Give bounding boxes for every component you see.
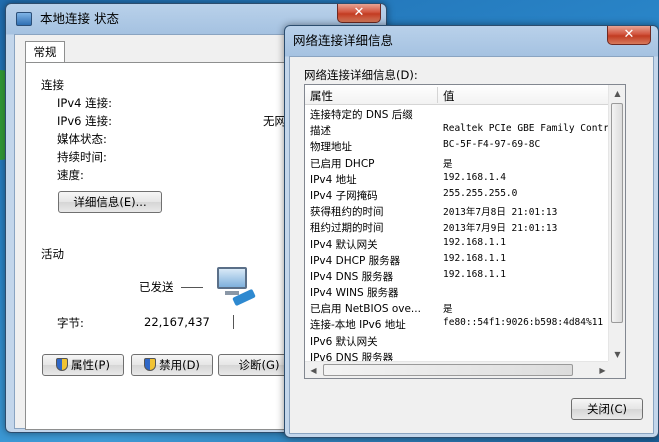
detail-property: 已启用 NetBIOS ove... [310, 303, 421, 316]
column-divider[interactable] [437, 87, 438, 103]
detail-value: 255.255.255.0 [443, 187, 518, 199]
close-button[interactable]: 关闭(C) [571, 398, 643, 420]
detail-row[interactable]: IPv6 默认网关 [305, 333, 611, 349]
speed-label: 速度: [57, 168, 84, 182]
detail-row[interactable]: 租约过期的时间 2013年7月9日 21:01:13 [305, 219, 611, 235]
bytes-label: 字节: [57, 316, 84, 330]
horizontal-scrollbar[interactable]: ◀ ▶ [305, 361, 611, 378]
column-header-property[interactable]: 属性 [310, 88, 333, 104]
details-list-caption: 网络连接详细信息(D): [304, 68, 418, 82]
details-listview[interactable]: 属性 值 连接特定的 DNS 后缀 描述 Realtek PCIe GBE Fami… [304, 84, 626, 379]
ipv4-connection-label: IPv4 连接: [57, 96, 112, 110]
sent-line [181, 287, 203, 288]
detail-value: Realtek PCIe GBE Family Contro [443, 123, 611, 135]
vertical-scroll-thumb[interactable] [611, 103, 623, 323]
scroll-up-arrow-icon[interactable]: ▲ [609, 85, 625, 102]
detail-value: BC-5F-F4-97-69-8C [443, 139, 541, 151]
details-button[interactable]: 详细信息(E)... [58, 191, 162, 213]
ipv6-connection-value: 无网 [263, 114, 286, 128]
uac-shield-icon [144, 358, 157, 371]
detail-property: 已启用 DHCP [310, 157, 375, 170]
details-window-client: 网络连接详细信息(D): 属性 值 连接特定的 DNS 后缀 描述 Realtek … [289, 56, 654, 434]
ipv6-connection-label: IPv6 连接: [57, 114, 112, 128]
scrollbar-corner [608, 361, 625, 378]
detail-row[interactable]: IPv4 子网掩码 255.255.255.0 [305, 187, 611, 203]
media-state-label: 媒体状态: [57, 132, 107, 146]
detail-value: 是 [443, 304, 453, 316]
detail-row[interactable]: 已启用 DHCP 是 [305, 155, 611, 171]
details-window-title: 网络连接详细信息 [293, 33, 394, 48]
network-activity-icon [211, 267, 259, 307]
properties-button[interactable]: 属性(P) [42, 354, 124, 376]
section-activity-heading: 活动 [41, 247, 64, 261]
detail-property: IPv4 DHCP 服务器 [310, 254, 401, 267]
detail-value: 是 [443, 158, 453, 170]
detail-row[interactable]: 连接-本地 IPv6 地址 fe80::54f1:9026:b598:4d84%1… [305, 316, 611, 332]
detail-row[interactable]: 描述 Realtek PCIe GBE Family Contro [305, 122, 611, 138]
duration-label: 持续时间: [57, 150, 107, 164]
details-window-titlebar[interactable]: 网络连接详细信息 ✕ [285, 26, 658, 56]
detail-value: 192.168.1.1 [443, 236, 506, 248]
vertical-scrollbar[interactable]: ▲ ▼ [608, 85, 625, 363]
horizontal-scroll-thumb[interactable] [323, 364, 573, 376]
detail-property: IPv4 DNS 服务器 [310, 270, 394, 283]
details-rows: 连接特定的 DNS 后缀 描述 Realtek PCIe GBE Family Co… [305, 106, 611, 365]
status-window-close-button[interactable]: ✕ [337, 4, 381, 23]
detail-property: IPv6 默认网关 [310, 335, 378, 348]
detail-row[interactable]: 获得租约的时间 2013年7月8日 21:01:13 [305, 203, 611, 219]
activity-vertical-line [233, 315, 234, 329]
detail-value: 192.168.1.1 [443, 252, 506, 264]
tab-general[interactable]: 常规 [25, 41, 65, 63]
status-window-title: 本地连接 状态 [40, 11, 119, 26]
listview-header: 属性 值 [305, 85, 611, 105]
detail-row[interactable]: IPv4 默认网关 192.168.1.1 [305, 236, 611, 252]
sent-label: 已发送 [139, 280, 174, 294]
details-window-close-button[interactable]: ✕ [607, 26, 651, 45]
detail-property: IPv4 WINS 服务器 [310, 287, 399, 300]
detail-property: IPv4 子网掩码 [310, 189, 378, 202]
detail-property: 租约过期的时间 [310, 222, 384, 235]
detail-row[interactable]: IPv4 WINS 服务器 [305, 284, 611, 300]
detail-row[interactable]: IPv4 DNS 服务器 192.168.1.1 [305, 268, 611, 284]
detail-value: 2013年7月8日 21:01:13 [443, 207, 558, 219]
detail-row[interactable]: 连接特定的 DNS 后缀 [305, 106, 611, 122]
detail-row[interactable]: IPv4 地址 192.168.1.4 [305, 171, 611, 187]
detail-property: 获得租约的时间 [310, 206, 384, 219]
detail-row[interactable]: 已启用 NetBIOS ove... 是 [305, 300, 611, 316]
detail-row[interactable]: IPv4 DHCP 服务器 192.168.1.1 [305, 252, 611, 268]
detail-property: IPv4 默认网关 [310, 238, 378, 251]
detail-property: 连接-本地 IPv6 地址 [310, 319, 406, 332]
scroll-left-arrow-icon[interactable]: ◀ [305, 362, 322, 378]
detail-property: 连接特定的 DNS 后缀 [310, 109, 413, 121]
disable-button-label: 禁用(D) [159, 358, 200, 372]
uac-shield-icon [56, 358, 69, 371]
detail-property: 描述 [310, 125, 331, 138]
section-connection-heading: 连接 [41, 78, 64, 92]
network-details-window: 网络连接详细信息 ✕ 网络连接详细信息(D): 属性 值 连接特定的 DNS 后… [284, 25, 659, 438]
detail-value: fe80::54f1:9026:b598:4d84%11 [443, 317, 604, 329]
detail-value: 192.168.1.4 [443, 171, 506, 183]
detail-property: 物理地址 [310, 141, 352, 154]
detail-value: 2013年7月9日 21:01:13 [443, 223, 558, 235]
column-header-value[interactable]: 值 [443, 88, 455, 104]
properties-button-label: 属性(P) [71, 358, 110, 372]
disable-button[interactable]: 禁用(D) [131, 354, 213, 376]
detail-property: IPv4 地址 [310, 173, 357, 186]
bytes-sent-value: 22,167,437 [144, 315, 210, 329]
network-icon [16, 12, 32, 26]
detail-row[interactable]: 物理地址 BC-5F-F4-97-69-8C [305, 138, 611, 154]
detail-value: 192.168.1.1 [443, 268, 506, 280]
